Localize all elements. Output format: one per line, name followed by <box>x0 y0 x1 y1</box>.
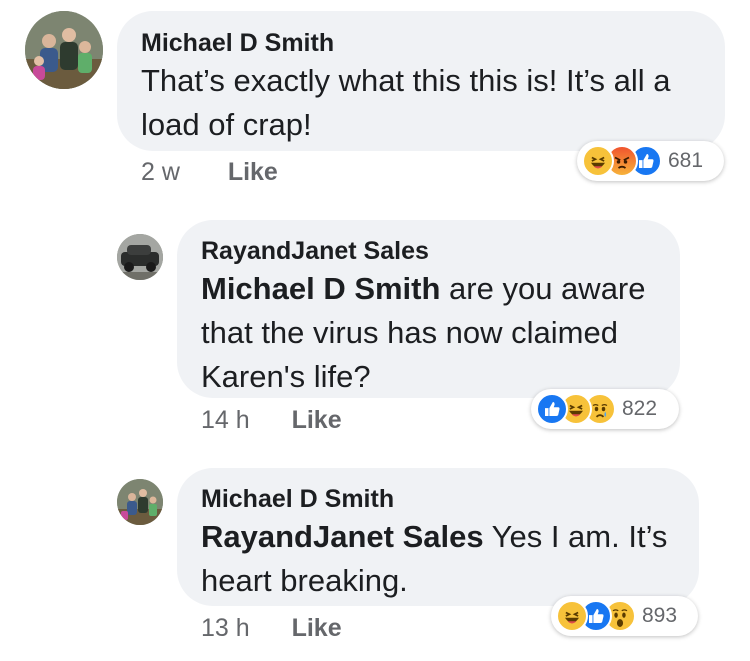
reaction-count: 893 <box>642 604 678 627</box>
reaction-summary[interactable]: 681 <box>577 141 724 181</box>
comment-meta: 13 h Like <box>201 614 342 643</box>
like-button[interactable]: Like <box>292 406 342 434</box>
family-photo-icon <box>117 479 163 525</box>
family-photo-icon <box>25 11 103 89</box>
comment-author[interactable]: RayandJanet Sales <box>201 237 429 266</box>
comment-meta: 2 w Like <box>141 158 278 187</box>
comment-text: That’s exactly what this this is! It’s a… <box>141 59 711 147</box>
reaction-count: 681 <box>668 149 704 172</box>
avatar[interactable] <box>25 11 103 89</box>
avatar[interactable] <box>117 234 163 280</box>
comment-text: Michael D Smith are you aware that the v… <box>201 267 666 399</box>
mention-link[interactable]: RayandJanet Sales <box>201 519 484 554</box>
haha-icon <box>556 600 588 632</box>
comment-timestamp[interactable]: 14 h <box>201 406 250 434</box>
reaction-count: 822 <box>622 397 658 420</box>
comment-meta: 14 h Like <box>201 406 342 435</box>
avatar[interactable] <box>117 479 163 525</box>
like-button[interactable]: Like <box>292 614 342 642</box>
like-button[interactable]: Like <box>228 158 278 186</box>
reaction-summary[interactable]: 893 <box>551 596 698 636</box>
car-photo-icon <box>117 234 163 280</box>
comment-timestamp[interactable]: 2 w <box>141 158 180 186</box>
reaction-summary[interactable]: 822 <box>531 389 679 429</box>
mention-link[interactable]: Michael D Smith <box>201 271 440 306</box>
comment-author[interactable]: Michael D Smith <box>141 29 334 58</box>
comment-body: That’s exactly what this this is! It’s a… <box>141 63 671 142</box>
haha-icon <box>582 145 614 177</box>
like-icon <box>536 393 568 425</box>
comment-text: RayandJanet Sales Yes I am. It’s heart b… <box>201 515 686 603</box>
comment-author[interactable]: Michael D Smith <box>201 485 394 514</box>
comment-timestamp[interactable]: 13 h <box>201 614 250 642</box>
